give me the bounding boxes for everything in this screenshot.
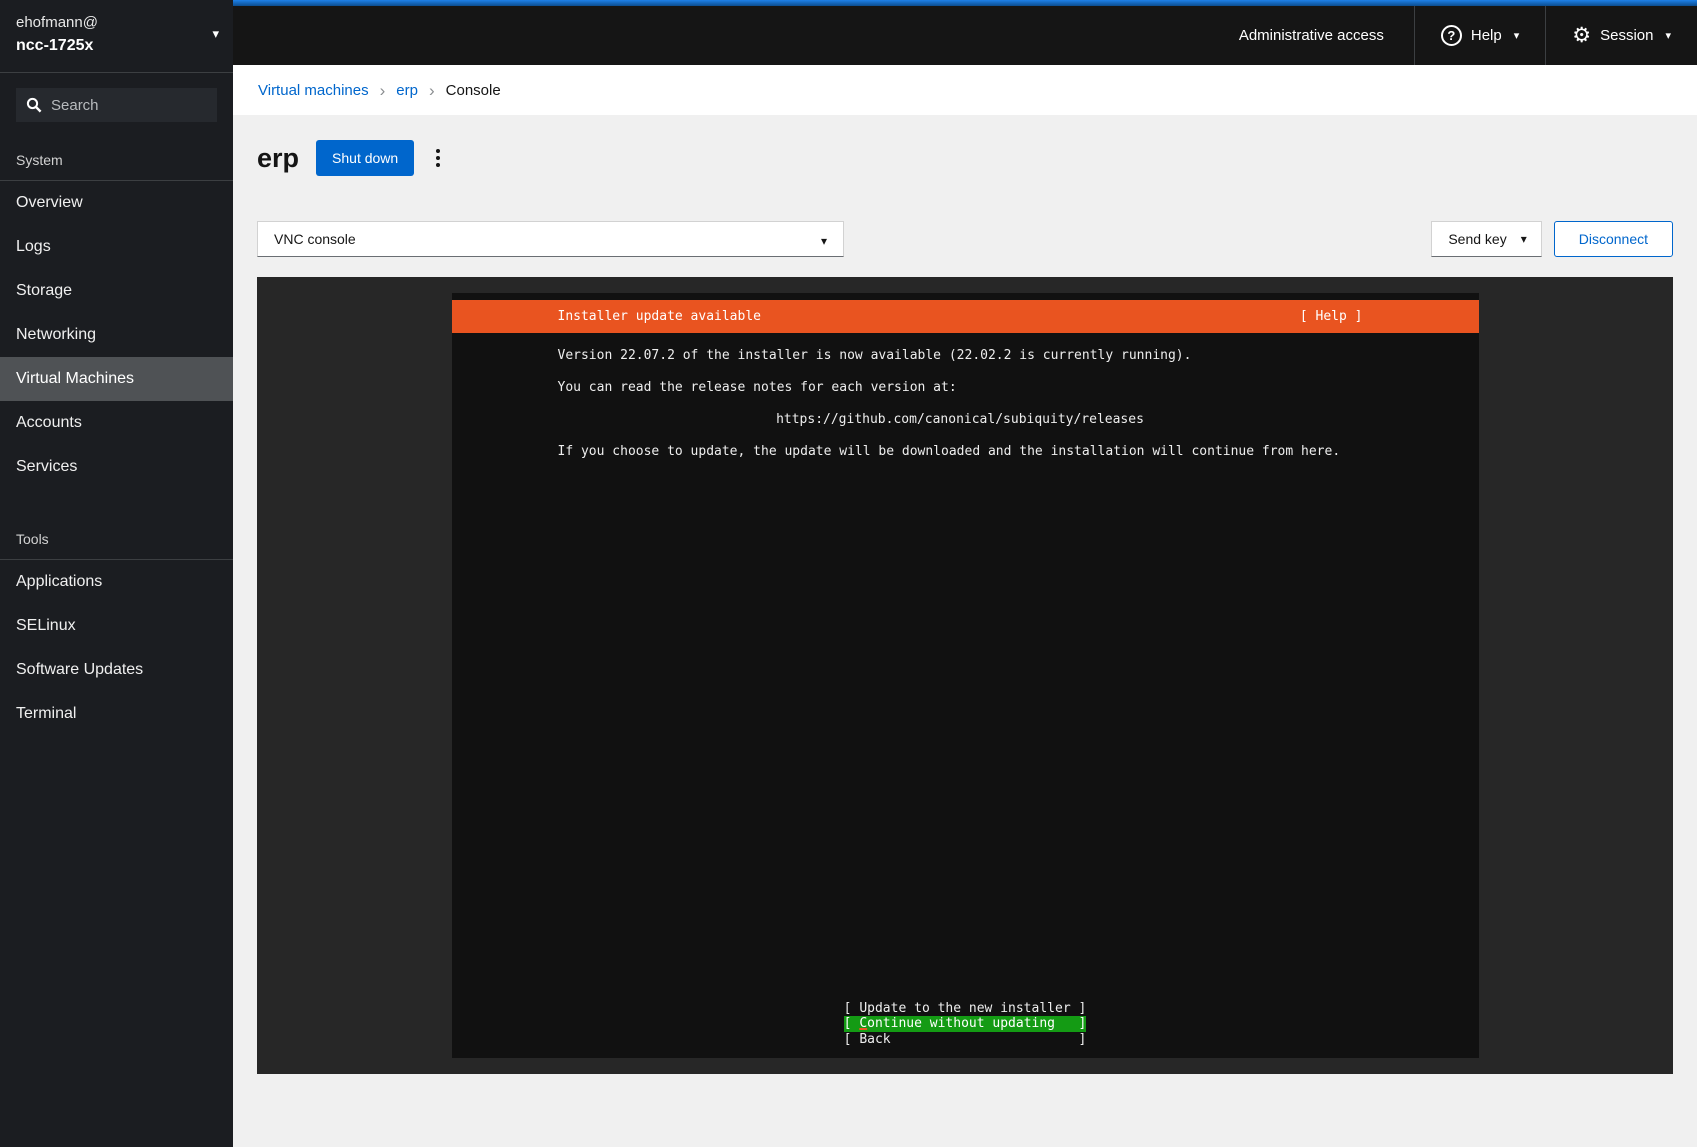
session-menu[interactable]: ⚙ Session ▾ xyxy=(1546,6,1697,65)
search-placeholder: Search xyxy=(51,97,99,114)
console-toolbar-right: Send key ▾ Disconnect xyxy=(1431,221,1673,257)
nav-heading: System xyxy=(0,142,233,181)
breadcrumb-item-erp[interactable]: erp xyxy=(396,82,418,99)
cockpit-page: ehofmann@ ncc-1725x ▾ Search SystemOverv… xyxy=(0,0,1697,1147)
nav-section-system: SystemOverviewLogsStorageNetworkingVirtu… xyxy=(0,142,233,489)
session-label: Session xyxy=(1600,27,1653,44)
shut-down-button[interactable]: Shut down xyxy=(316,140,414,176)
administrative-access-button[interactable]: Administrative access xyxy=(1209,27,1414,44)
installer-message: Version 22.07.2 of the installer is now … xyxy=(452,348,1479,476)
sidebar-item-services[interactable]: Services xyxy=(0,445,233,489)
installer-help-button[interactable]: [ Help ] xyxy=(1300,309,1479,324)
send-key-dropdown[interactable]: Send key ▾ xyxy=(1431,221,1541,257)
masthead-row: Administrative access ? Help ▾ ⚙ Session… xyxy=(233,6,1697,65)
breadcrumb-separator-icon: › xyxy=(429,83,435,98)
console-toolbar: VNC console ▾ Send key ▾ Disconnect xyxy=(257,221,1673,257)
vnc-screen[interactable]: Installer update available [ Help ] Vers… xyxy=(452,293,1479,1058)
installer-option[interactable]: [ Update to the new installer ] xyxy=(452,1001,1479,1017)
sidebar-item-terminal[interactable]: Terminal xyxy=(0,692,233,736)
breadcrumb-separator-icon: › xyxy=(380,83,386,98)
terminal-line: You can read the release notes for each … xyxy=(558,380,1363,396)
hostname: ncc-1725x xyxy=(16,34,217,58)
console-type-value: VNC console xyxy=(274,231,356,247)
terminal-line: If you choose to update, the update will… xyxy=(558,444,1363,460)
terminal-cursor: C xyxy=(859,1016,867,1031)
kebab-menu-icon[interactable] xyxy=(428,141,448,175)
page-content: erp Shut down VNC console ▾ Send key ▾ D… xyxy=(233,115,1697,1147)
help-icon: ? xyxy=(1441,25,1462,46)
chevron-down-icon: ▾ xyxy=(1514,29,1520,42)
sidebar-item-overview[interactable]: Overview xyxy=(0,181,233,225)
vm-header: erp Shut down xyxy=(257,140,1673,176)
send-key-label: Send key xyxy=(1448,231,1506,247)
sidebar-item-accounts[interactable]: Accounts xyxy=(0,401,233,445)
installer-option-selected[interactable]: [ Continue without updating ] xyxy=(452,1016,1479,1032)
sidebar-item-storage[interactable]: Storage xyxy=(0,269,233,313)
installer-header-bar: Installer update available [ Help ] xyxy=(452,300,1479,333)
terminal-line: Version 22.07.2 of the installer is now … xyxy=(558,348,1363,364)
search-icon xyxy=(26,97,42,113)
page-title: erp xyxy=(257,143,299,174)
console-type-select[interactable]: VNC console ▾ xyxy=(257,221,844,257)
sidebar-item-logs[interactable]: Logs xyxy=(0,225,233,269)
console-area: Installer update available [ Help ] Vers… xyxy=(257,277,1673,1074)
sidebar-item-virtual-machines[interactable]: Virtual Machines xyxy=(0,357,233,401)
sidebar-item-selinux[interactable]: SELinux xyxy=(0,604,233,648)
sidebar-item-applications[interactable]: Applications xyxy=(0,560,233,604)
installer-option[interactable]: [ Back ] xyxy=(452,1032,1479,1048)
installer-title: Installer update available xyxy=(452,309,762,324)
masthead: Administrative access ? Help ▾ ⚙ Session… xyxy=(233,0,1697,65)
breadcrumb: Virtual machines › erp › Console xyxy=(233,65,1697,115)
search-input[interactable]: Search xyxy=(16,88,217,122)
user-host-menu[interactable]: ehofmann@ ncc-1725x ▾ xyxy=(0,0,233,73)
sidebar-nav: SystemOverviewLogsStorageNetworkingVirtu… xyxy=(0,142,233,736)
help-label: Help xyxy=(1471,27,1502,44)
help-menu[interactable]: ? Help ▾ xyxy=(1415,6,1545,65)
nav-heading: Tools xyxy=(0,521,233,560)
sidebar-item-software-updates[interactable]: Software Updates xyxy=(0,648,233,692)
breadcrumb-item-virtual-machines[interactable]: Virtual machines xyxy=(258,82,369,99)
chevron-down-icon: ▾ xyxy=(1665,29,1671,42)
chevron-down-icon: ▾ xyxy=(821,234,827,248)
sidebar-item-networking[interactable]: Networking xyxy=(0,313,233,357)
breadcrumb-item-console: Console xyxy=(446,82,501,99)
installer-options: [ Update to the new installer ][ Continu… xyxy=(452,1001,1479,1048)
terminal-line: https://github.com/canonical/subiquity/r… xyxy=(558,412,1363,428)
gear-icon: ⚙ xyxy=(1572,25,1591,46)
chevron-down-icon: ▾ xyxy=(212,26,219,42)
username: ehofmann@ xyxy=(16,12,217,34)
chevron-down-icon: ▾ xyxy=(1521,232,1527,246)
nav-section-tools: ToolsApplicationsSELinuxSoftware Updates… xyxy=(0,521,233,736)
sidebar: ehofmann@ ncc-1725x ▾ Search SystemOverv… xyxy=(0,0,233,1147)
disconnect-button[interactable]: Disconnect xyxy=(1554,221,1673,257)
